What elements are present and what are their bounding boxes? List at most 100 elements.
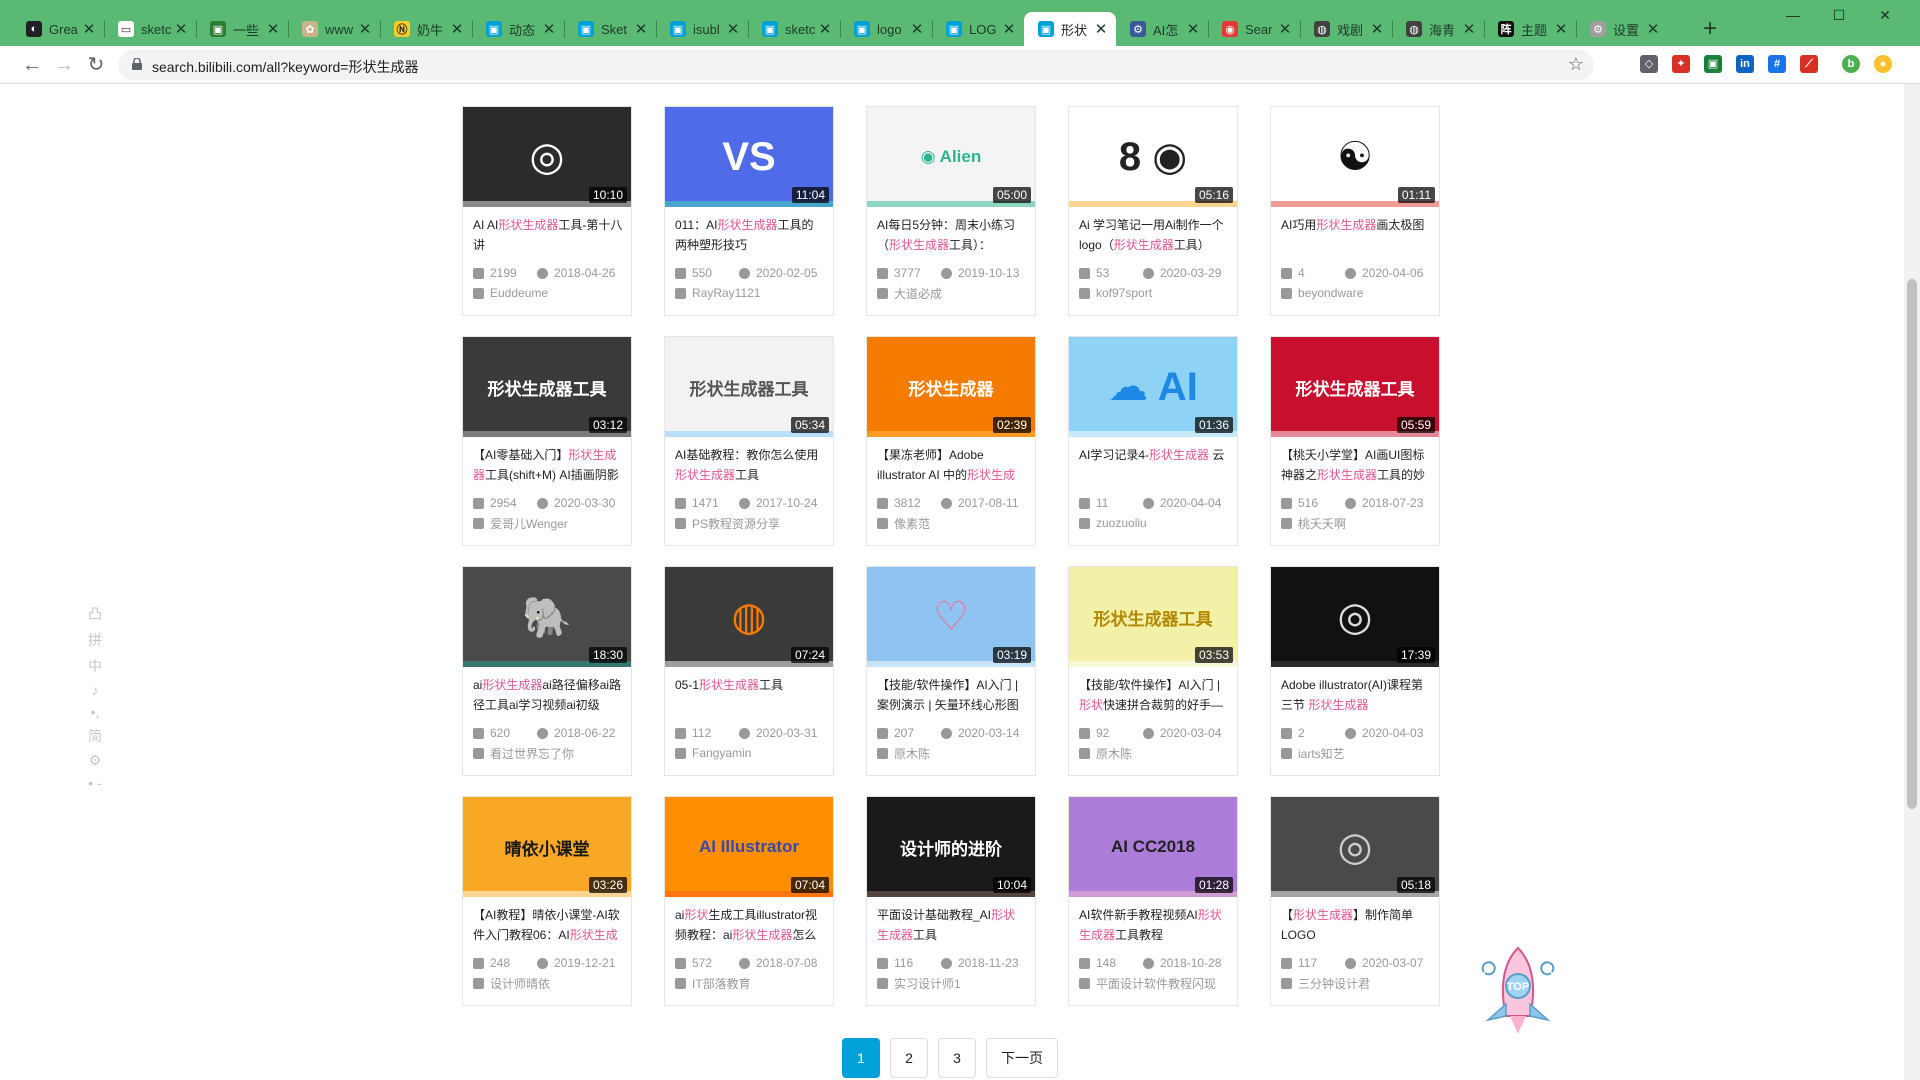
video-card[interactable]: ☯ 01:11 AI巧用形状生成器画太极图 4 2020-04-06 beyondware bbox=[1270, 106, 1440, 316]
uploader[interactable]: 大道必成 bbox=[877, 283, 1029, 303]
tab-close-icon[interactable]: ✕ bbox=[1186, 20, 1200, 38]
side-tool-icon[interactable]: •, bbox=[91, 704, 100, 720]
tab-close-icon[interactable]: ✕ bbox=[450, 20, 464, 38]
uploader[interactable]: beyondware bbox=[1281, 283, 1433, 303]
tab-close-icon[interactable]: ✕ bbox=[818, 20, 832, 38]
uploader[interactable]: 平面设计软件教程闪现 bbox=[1079, 973, 1231, 993]
uploader[interactable]: 看过世界忘了你 bbox=[473, 743, 625, 763]
browser-tab[interactable]: ▣ 动态 ✕ bbox=[472, 12, 564, 46]
side-tool-icon[interactable]: • - bbox=[88, 775, 101, 791]
browser-tab[interactable]: ◐ Grea ✕ bbox=[12, 12, 104, 46]
browser-tab[interactable]: ◍ 戏剧 ✕ bbox=[1300, 12, 1392, 46]
browser-tab[interactable]: ▣ Sket ✕ bbox=[564, 12, 656, 46]
video-title[interactable]: Adobe illustrator(AI)课程第三节 形状生成器 bbox=[1281, 675, 1431, 715]
browser-tab[interactable]: ▭ sketc ✕ bbox=[104, 12, 196, 46]
video-card[interactable]: 8 ◉ 05:16 Ai 学习笔记一用Ai制作一个logo（形状生成器工具） 53 20… bbox=[1068, 106, 1238, 316]
uploader[interactable]: 像素范 bbox=[877, 513, 1029, 533]
scrollbar[interactable] bbox=[1904, 84, 1920, 1080]
uploader[interactable]: 原木陈 bbox=[877, 743, 1029, 763]
side-tool-icon[interactable]: 凸 bbox=[88, 604, 102, 624]
page-button-1[interactable]: 1 bbox=[842, 1038, 880, 1078]
video-thumbnail[interactable]: 形状生成器 02:39 bbox=[867, 337, 1035, 437]
video-title[interactable]: Ai 学习笔记一用Ai制作一个logo（形状生成器工具） bbox=[1079, 215, 1229, 255]
video-card[interactable]: AI Illustrator 07:04 ai形状生成工具illustrator视频… bbox=[664, 796, 834, 1006]
browser-tab[interactable]: ⚙ 设置 ✕ bbox=[1576, 12, 1668, 46]
tab-close-icon[interactable]: ✕ bbox=[910, 20, 924, 38]
browser-tab[interactable]: Ⓝ 奶牛 ✕ bbox=[380, 12, 472, 46]
tab-close-icon[interactable]: ✕ bbox=[82, 20, 96, 38]
video-card[interactable]: ◍ 07:24 05-1形状生成器工具 112 2020-03-31 Fangyamin bbox=[664, 566, 834, 776]
green-ext-icon[interactable]: ▣ bbox=[1704, 55, 1722, 73]
video-thumbnail[interactable]: ◉ Alien 05:00 bbox=[867, 107, 1035, 207]
video-thumbnail[interactable]: ☯ 01:11 bbox=[1271, 107, 1439, 207]
video-card[interactable]: AI CC2018 01:28 AI软件新手教程视频AI形状生成器工具教程 148 20… bbox=[1068, 796, 1238, 1006]
video-title[interactable]: 平面设计基础教程_AI形状生成器工具 bbox=[877, 905, 1027, 945]
video-title[interactable]: 011：AI形状生成器工具的两种塑形技巧 bbox=[675, 215, 825, 255]
page-button-2[interactable]: 2 bbox=[890, 1038, 928, 1078]
minimize-button[interactable]: — bbox=[1770, 4, 1816, 26]
forward-icon[interactable]: → bbox=[50, 51, 78, 79]
side-tool-icon[interactable]: ⚙ bbox=[89, 752, 102, 769]
browser-tab[interactable]: ▣ LOG ✕ bbox=[932, 12, 1024, 46]
video-title[interactable]: 【果冻老师】Adobe illustrator AI 中的形状生成器 bbox=[877, 445, 1027, 485]
browser-tab[interactable]: ▣ logo ✕ bbox=[840, 12, 932, 46]
video-thumbnail[interactable]: ◍ 07:24 bbox=[665, 567, 833, 667]
browser-tab[interactable]: ▣ 形状 ✕ bbox=[1024, 12, 1116, 46]
browser-tab[interactable]: ▣ isubl ✕ bbox=[656, 12, 748, 46]
shield-icon[interactable]: ◇ bbox=[1640, 55, 1658, 73]
back-icon[interactable]: ← bbox=[18, 51, 46, 79]
video-thumbnail[interactable]: 形状生成器工具 05:34 bbox=[665, 337, 833, 437]
video-card[interactable]: 形状生成器工具 05:59 【桃夭小学堂】AI画UI图标神器之形状生成器工具的妙 51… bbox=[1270, 336, 1440, 546]
video-thumbnail[interactable]: ◎ 17:39 bbox=[1271, 567, 1439, 667]
video-card[interactable]: 🐘 18:30 ai形状生成器ai路径偏移ai路径工具ai学习视频ai初级 620 20… bbox=[462, 566, 632, 776]
video-card[interactable]: ◎ 17:39 Adobe illustrator(AI)课程第三节 形状生成器 2 2… bbox=[1270, 566, 1440, 776]
video-title[interactable]: AI学习记录4-形状生成器 云 bbox=[1079, 445, 1229, 485]
video-title[interactable]: 【AI零基础入门】形状生成器工具(shift+M) AI插画阴影 bbox=[473, 445, 623, 485]
browser-tab[interactable]: ▣ 一些 ✕ bbox=[196, 12, 288, 46]
bookmark-star-icon[interactable]: ☆ bbox=[1568, 54, 1584, 75]
video-card[interactable]: 形状生成器工具 03:12 【AI零基础入门】形状生成器工具(shift+M) AI… bbox=[462, 336, 632, 546]
profile-icon[interactable]: b bbox=[1842, 55, 1860, 73]
video-thumbnail[interactable]: ◎ 10:10 bbox=[463, 107, 631, 207]
side-tool-icon[interactable]: 中 bbox=[88, 656, 102, 676]
video-card[interactable]: ◉ Alien 05:00 AI每日5分钟：周末小练习（形状生成器工具）： 3777 2… bbox=[866, 106, 1036, 316]
video-card[interactable]: ☁ AI 01:36 AI学习记录4-形状生成器 云 11 2020-04-04 zuoz… bbox=[1068, 336, 1238, 546]
video-card[interactable]: ◎ 05:18 【形状生成器】制作简单LOGO 117 2020-03-07 三分钟设计君 bbox=[1270, 796, 1440, 1006]
video-title[interactable]: AI AI形状生成器工具-第十八讲 bbox=[473, 215, 623, 255]
video-card[interactable]: VS 11:04 011：AI形状生成器工具的两种塑形技巧 550 2020-02-05… bbox=[664, 106, 834, 316]
back-to-top-button[interactable]: TOP bbox=[1470, 942, 1566, 1038]
maximize-button[interactable]: ☐ bbox=[1816, 4, 1862, 26]
next-page-button[interactable]: 下一页 bbox=[986, 1038, 1058, 1078]
side-tool-icon[interactable]: 拼 bbox=[88, 630, 102, 650]
uploader[interactable]: zuozuoliu bbox=[1079, 513, 1231, 533]
tab-close-icon[interactable]: ✕ bbox=[726, 20, 740, 38]
browser-tab[interactable]: ✿ www ✕ bbox=[288, 12, 380, 46]
linkedin-icon[interactable]: in bbox=[1736, 55, 1754, 73]
uploader[interactable]: 实习设计师1 bbox=[877, 973, 1029, 993]
uploader[interactable]: 设计师晴依 bbox=[473, 973, 625, 993]
uploader[interactable]: iarts知艺 bbox=[1281, 743, 1433, 763]
close-window-button[interactable]: ✕ bbox=[1862, 4, 1908, 26]
reload-icon[interactable]: ↻ bbox=[82, 51, 110, 79]
video-thumbnail[interactable]: VS 11:04 bbox=[665, 107, 833, 207]
browser-tab[interactable]: ◉ Sear ✕ bbox=[1208, 12, 1300, 46]
video-thumbnail[interactable]: AI CC2018 01:28 bbox=[1069, 797, 1237, 897]
tab-close-icon[interactable]: ✕ bbox=[174, 20, 188, 38]
pdf-icon[interactable]: ⟋ bbox=[1800, 55, 1818, 73]
video-title[interactable]: AI软件新手教程视频AI形状生成器工具教程 bbox=[1079, 905, 1229, 945]
video-thumbnail[interactable]: 晴依小课堂 03:26 bbox=[463, 797, 631, 897]
browser-tab[interactable]: ⚙ AI怎 ✕ bbox=[1116, 12, 1208, 46]
tab-close-icon[interactable]: ✕ bbox=[1646, 20, 1660, 38]
video-card[interactable]: 形状生成器工具 03:53 【技能/软件操作】AI入门 | 形状快速拼合裁剪的好手—… bbox=[1068, 566, 1238, 776]
video-title[interactable]: 【技能/软件操作】AI入门 | 案例演示 | 矢量环线心形图 bbox=[877, 675, 1027, 715]
video-thumbnail[interactable]: 形状生成器工具 05:59 bbox=[1271, 337, 1439, 437]
chrome-red-icon[interactable]: ✦ bbox=[1672, 55, 1690, 73]
uploader[interactable]: kof97sport bbox=[1079, 283, 1231, 303]
new-tab-button[interactable]: + bbox=[1696, 16, 1724, 44]
yellow-icon[interactable]: ● bbox=[1874, 55, 1892, 73]
uploader[interactable]: 三分钟设计君 bbox=[1281, 973, 1433, 993]
video-card[interactable]: 形状生成器 02:39 【果冻老师】Adobe illustrator AI 中的形… bbox=[866, 336, 1036, 546]
video-thumbnail[interactable]: 形状生成器工具 03:12 bbox=[463, 337, 631, 437]
video-title[interactable]: AI每日5分钟：周末小练习（形状生成器工具）： bbox=[877, 215, 1027, 255]
tab-close-icon[interactable]: ✕ bbox=[266, 20, 280, 38]
